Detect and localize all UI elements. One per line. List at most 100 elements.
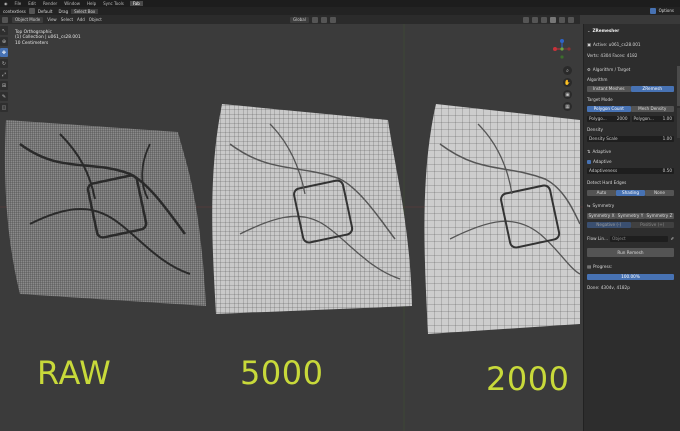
gizmo-icon[interactable] <box>532 16 538 23</box>
done-status-row: Done: 4304v, 4182p <box>587 284 674 291</box>
scale-tool-icon[interactable]: ⤢ <box>0 70 8 79</box>
editor-type-icon[interactable] <box>2 16 8 23</box>
target-mode-selector: Polygon Count Mesh Density <box>587 105 674 112</box>
adaptive-checkbox[interactable] <box>587 159 591 164</box>
progress-icon: ▤ <box>587 264 591 269</box>
target-mesh-density-button[interactable]: Mesh Density <box>630 105 674 112</box>
algorithm-section-header[interactable]: ⚙ Algorithm / Target <box>587 66 674 73</box>
cursor-tool-icon[interactable]: ⊕ <box>0 37 8 46</box>
symmetry-z-button[interactable]: Symmetry Z <box>645 212 674 219</box>
menu-render[interactable]: Render <box>42 1 58 6</box>
editor-type-label[interactable]: contextless <box>3 9 26 14</box>
menu-select[interactable]: Select <box>61 17 73 22</box>
shading-rendered-icon[interactable] <box>568 16 574 23</box>
density-scale-field[interactable]: Density Scale 1.00 <box>587 135 674 142</box>
algorithm-settings-icon: ⚙ <box>587 67 591 72</box>
adaptive-section-header[interactable]: ⇅ Adaptive <box>587 148 674 155</box>
algorithm-header-label: Algorithm / Target <box>592 67 631 72</box>
drag-label: Drag <box>58 8 69 14</box>
menu-help[interactable]: Help <box>86 1 97 6</box>
mode-dropdown[interactable]: Object Mode <box>12 16 44 23</box>
visibility-icon[interactable] <box>523 16 529 23</box>
mesh-stats: Verts: 4304 Faces: 4182 <box>587 53 638 58</box>
menu-view[interactable]: View <box>47 17 57 22</box>
adaptiveness-field[interactable]: Adaptiveness 0.50 <box>587 167 674 174</box>
proportional-edit-icon[interactable] <box>329 16 336 23</box>
menu-object[interactable]: Object <box>89 17 102 22</box>
snap-icon[interactable] <box>320 16 327 23</box>
panel-header[interactable]: ⌄ ZRemesher <box>587 27 674 34</box>
adaptiveness-row: Adaptiveness 0.50 <box>587 167 674 174</box>
pivot-icon[interactable] <box>311 16 318 23</box>
workspace-tab-active[interactable]: Fab <box>129 1 143 6</box>
overlay-icon[interactable] <box>541 16 547 23</box>
transform-affect-icon[interactable] <box>649 8 656 14</box>
polygon-density-label: Polygon... <box>633 115 654 121</box>
transform-orientation-dropdown[interactable]: Global <box>290 16 309 23</box>
shading-material-icon[interactable] <box>559 16 565 23</box>
density-label-row: Density <box>587 126 674 133</box>
algo-zremesh-button[interactable]: ZRemesh <box>630 85 674 92</box>
run-remesh-button[interactable]: Run Remesh <box>587 248 674 257</box>
adaptiveness-value: 0.50 <box>662 167 672 173</box>
blender-logo-icon[interactable]: ◉ <box>3 1 9 6</box>
menu-window[interactable]: Window <box>63 1 81 6</box>
polygon-density-field[interactable]: Polygon... 1.00 <box>631 115 674 122</box>
flow-lines-object-field[interactable]: Object <box>610 235 669 242</box>
algo-instant-meshes-button[interactable]: Instant Meshes <box>587 85 631 92</box>
density-scale-value: 1.00 <box>662 135 672 141</box>
algorithm-label-row: Algorithm <box>587 76 674 83</box>
tweak-tool-icon[interactable]: ↖ <box>0 26 8 35</box>
viewport-header: Object Mode View Select Add Object Globa… <box>0 15 580 24</box>
target-mode-label: Target Mode <box>587 97 613 102</box>
target-polygon-count-button[interactable]: Polygon Count <box>587 105 631 112</box>
cloth-mesh-2000 <box>424 104 581 334</box>
flow-lines-label: Flow Lin... <box>587 236 609 241</box>
hard-edges-auto-button[interactable]: Auto <box>587 189 616 196</box>
left-toolbar: ↖ ⊕ ✥ ↻ ⤢ ⊞ ✎ ◫ <box>0 24 9 154</box>
hard-edges-none-button[interactable]: None <box>645 189 674 196</box>
symmetry-section-header[interactable]: ⇆ Symmetry <box>587 202 674 209</box>
done-status-text: Done: 4304v, 4182p <box>587 285 630 290</box>
symmetry-negative-button[interactable]: Negative (-) <box>587 221 631 228</box>
adaptive-checkbox-label: Adaptive <box>593 159 612 164</box>
algorithm-label: Algorithm <box>587 77 608 82</box>
annotate-tool-icon[interactable]: ✎ <box>0 92 8 101</box>
adaptive-checkbox-row[interactable]: Adaptive <box>587 158 674 165</box>
move-tool-icon[interactable]: ✥ <box>0 48 8 57</box>
transform-icon[interactable] <box>28 8 35 14</box>
menu-edit[interactable]: Edit <box>27 1 37 6</box>
label-2000: 2000 <box>486 360 570 398</box>
hard-edges-shading-button[interactable]: Shading <box>616 189 645 196</box>
menu-file[interactable]: File <box>14 1 23 6</box>
grid-icon[interactable]: ▦ <box>563 102 572 111</box>
symmetry-positive-button[interactable]: Positive (+) <box>630 221 674 228</box>
orientation-dropdown[interactable]: Default <box>38 9 53 14</box>
progress-label-row: ▤ Progress: <box>587 263 674 270</box>
polygon-fields-row: Polygo... 2000 Polygon... 1.00 <box>587 115 674 122</box>
polygon-count-value: 2000 <box>616 115 628 121</box>
measure-tool-icon[interactable]: ◫ <box>0 103 8 112</box>
camera-icon[interactable]: ▣ <box>563 90 572 99</box>
label-raw: RAW <box>37 354 112 392</box>
menu-add[interactable]: Add <box>77 17 85 22</box>
panel-title: ZRemesher <box>592 28 620 33</box>
flow-lines-row: Flow Lin... Object ✐ <box>587 235 674 242</box>
adaptiveness-label: Adaptiveness <box>589 167 618 173</box>
label-5000: 5000 <box>240 354 324 392</box>
eyedropper-icon[interactable]: ✐ <box>670 236 674 241</box>
symmetry-y-button[interactable]: Symmetry Y <box>616 212 645 219</box>
polygon-count-field[interactable]: Polygo... 2000 <box>587 115 630 122</box>
adaptive-icon: ⇅ <box>587 149 591 154</box>
navigation-gizmo[interactable] <box>551 38 573 60</box>
options-button[interactable]: Options <box>659 8 674 14</box>
shading-solid-icon[interactable] <box>550 16 556 23</box>
pan-hand-icon[interactable]: ✋ <box>563 78 572 87</box>
select-box-dropdown[interactable]: Select Box <box>71 8 99 14</box>
symmetry-x-button[interactable]: Symmetry X <box>587 212 616 219</box>
rotate-tool-icon[interactable]: ↻ <box>0 59 8 68</box>
transform-tool-icon[interactable]: ⊞ <box>0 81 8 90</box>
zoom-icon[interactable]: ⌕ <box>563 66 572 75</box>
menu-sync-tools[interactable]: Sync Tools <box>102 1 125 6</box>
collapse-chevron-icon[interactable]: ⌄ <box>587 28 591 33</box>
